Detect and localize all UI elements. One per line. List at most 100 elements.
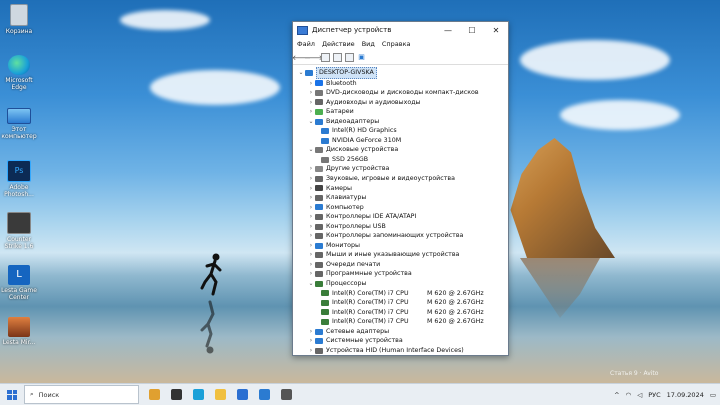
tree-device[interactable]: Intel(R) Core(TM) i7 CPU M 620 @ 2.67GHz bbox=[297, 308, 508, 318]
device-manager-icon bbox=[297, 25, 308, 35]
device-category-icon bbox=[315, 118, 323, 125]
taskbar-app-button[interactable] bbox=[231, 384, 253, 405]
tree-category[interactable]: › Другие устройства bbox=[297, 164, 508, 174]
taskbar-app-button[interactable] bbox=[165, 384, 187, 405]
tree-category[interactable]: › Очереди печати bbox=[297, 260, 508, 270]
taskbar-app-button[interactable] bbox=[143, 384, 165, 405]
expand-arrow-icon[interactable]: › bbox=[307, 327, 315, 337]
expand-arrow-icon[interactable]: › bbox=[307, 164, 315, 174]
device-category-icon bbox=[315, 80, 323, 87]
tree-device[interactable]: Intel(R) Core(TM) i7 CPU M 620 @ 2.67GHz bbox=[297, 289, 508, 299]
tree-category[interactable]: › Мыши и иные указывающие устройства bbox=[297, 250, 508, 260]
expand-arrow-icon[interactable]: › bbox=[307, 184, 315, 194]
tree-category[interactable]: › Клавиатуры bbox=[297, 193, 508, 203]
expand-arrow-icon[interactable]: › bbox=[307, 88, 315, 98]
expand-arrow-icon[interactable]: › bbox=[307, 346, 315, 356]
collapse-arrow-icon[interactable]: ⌄ bbox=[307, 117, 315, 127]
forward-arrow-icon[interactable]: 🡒 bbox=[304, 53, 323, 62]
tree-root[interactable]: ⌄ DESKTOP-GIVSKA bbox=[297, 67, 508, 79]
tree-category[interactable]: › Камеры bbox=[297, 184, 508, 194]
tree-category[interactable]: › Устройства HID (Human Interface Devices… bbox=[297, 346, 508, 356]
tree-device[interactable]: Intel(R) Core(TM) i7 CPU M 620 @ 2.67GHz bbox=[297, 317, 508, 327]
expand-arrow-icon[interactable]: › bbox=[307, 174, 315, 184]
tree-category[interactable]: › DVD-дисководы и дисководы компакт-диско… bbox=[297, 88, 508, 98]
expand-arrow-icon[interactable]: › bbox=[307, 212, 315, 222]
start-button[interactable] bbox=[0, 384, 24, 405]
device-category-icon bbox=[315, 204, 323, 211]
language-indicator[interactable]: РУС bbox=[648, 391, 660, 399]
minimize-button[interactable]: — bbox=[436, 22, 460, 38]
expand-arrow-icon[interactable]: › bbox=[307, 203, 315, 213]
desktop-icon-recycle-bin[interactable]: Корзина bbox=[0, 4, 38, 35]
taskbar-app-button[interactable] bbox=[253, 384, 275, 405]
tree-category-label: Видеоадаптеры bbox=[326, 117, 380, 125]
tree-category-label: Системные устройства bbox=[326, 337, 403, 345]
expand-arrow-icon[interactable]: › bbox=[307, 193, 315, 203]
cpu-name: Intel(R) Core(TM) i7 CPU bbox=[332, 289, 409, 297]
tree-device[interactable]: Intel(R) Core(TM) i7 CPU M 620 @ 2.67GHz bbox=[297, 298, 508, 308]
expand-arrow-icon[interactable]: › bbox=[307, 107, 315, 117]
notifications-icon[interactable]: ▭ bbox=[710, 391, 716, 399]
tree-category[interactable]: › Контроллеры USB bbox=[297, 222, 508, 232]
tray-chevron-icon[interactable]: ^ bbox=[614, 391, 619, 399]
title-bar[interactable]: Диспетчер устройств — ☐ ✕ bbox=[293, 22, 508, 38]
collapse-arrow-icon[interactable]: ⌄ bbox=[307, 279, 315, 289]
taskbar: ⌕ Поиск ^ ◠ ◁ РУС 17.09.2024 ▭ bbox=[0, 383, 720, 405]
tree-device[interactable]: Intel(R) HD Graphics bbox=[297, 126, 508, 136]
tree-category[interactable]: › Контроллеры запоминающих устройства bbox=[297, 231, 508, 241]
tree-device[interactable]: SSD 256GB bbox=[297, 155, 508, 165]
tree-category[interactable]: › Контроллеры IDE ATA/ATAPI bbox=[297, 212, 508, 222]
desktop-icon-counter-strike[interactable]: Counter Strike 1.6 bbox=[0, 212, 38, 250]
menu-view[interactable]: Вид bbox=[362, 40, 375, 48]
expand-arrow-icon[interactable]: › bbox=[307, 79, 315, 89]
collapse-arrow-icon[interactable]: ⌄ bbox=[297, 68, 305, 78]
tree-category[interactable]: › Мониторы bbox=[297, 241, 508, 251]
network-icon[interactable]: ◠ bbox=[626, 391, 632, 399]
tree-category[interactable]: › Батареи bbox=[297, 107, 508, 117]
tree-category[interactable]: › Аудиовходы и аудиовыходы bbox=[297, 98, 508, 108]
help-icon[interactable] bbox=[333, 52, 342, 62]
volume-icon[interactable]: ◁ bbox=[637, 391, 642, 399]
tree-category[interactable]: › Bluetooth bbox=[297, 79, 508, 89]
device-category-icon bbox=[315, 99, 323, 106]
menu-action[interactable]: Действие bbox=[322, 40, 355, 48]
close-button[interactable]: ✕ bbox=[484, 22, 508, 38]
collapse-arrow-icon[interactable]: ⌄ bbox=[307, 145, 315, 155]
taskbar-search[interactable]: ⌕ Поиск bbox=[24, 385, 139, 404]
scan-hardware-icon[interactable]: ▣ bbox=[357, 53, 366, 62]
expand-arrow-icon[interactable]: › bbox=[307, 222, 315, 232]
menu-file[interactable]: Файл bbox=[297, 40, 315, 48]
tree-category[interactable]: › Сетевые адаптеры bbox=[297, 327, 508, 337]
tree-category[interactable]: › Системные устройства bbox=[297, 336, 508, 346]
maximize-button[interactable]: ☐ bbox=[460, 22, 484, 38]
menu-help[interactable]: Справка bbox=[382, 40, 411, 48]
desktop-icon-lesta-game-center[interactable]: L Lesta Game Center bbox=[0, 265, 38, 301]
desktop-icon-this-pc[interactable]: Этот компьютер bbox=[0, 108, 38, 140]
taskbar-app-button[interactable] bbox=[209, 384, 231, 405]
tree-category[interactable]: › Программные устройства bbox=[297, 269, 508, 279]
taskbar-app-button[interactable] bbox=[275, 384, 297, 405]
expand-arrow-icon[interactable]: › bbox=[307, 260, 315, 270]
tree-category[interactable]: ⌄ Дисковые устройства bbox=[297, 145, 508, 155]
desktop-icon-edge[interactable]: Microsoft Edge bbox=[0, 55, 38, 91]
tree-category[interactable]: ⌄ Процессоры bbox=[297, 279, 508, 289]
show-hidden-icon[interactable] bbox=[345, 52, 354, 62]
clock[interactable]: 17.09.2024 bbox=[667, 391, 704, 399]
tree-category[interactable]: › Компьютер bbox=[297, 203, 508, 213]
expand-arrow-icon[interactable]: › bbox=[307, 231, 315, 241]
tree-category[interactable]: ⌄ Видеоадаптеры bbox=[297, 117, 508, 127]
tree-category[interactable]: › Звуковые, игровые и видеоустройства bbox=[297, 174, 508, 184]
expand-arrow-icon[interactable]: › bbox=[307, 250, 315, 260]
taskbar-app-button[interactable] bbox=[187, 384, 209, 405]
tree-category-label: DVD-дисководы и дисководы компакт-дисков bbox=[326, 89, 479, 97]
expand-arrow-icon[interactable]: › bbox=[307, 269, 315, 279]
properties-icon[interactable] bbox=[321, 52, 330, 62]
desktop-icon-photoshop[interactable]: Ps Adobe Photosh... bbox=[0, 160, 38, 198]
desktop-icon-label: Корзина bbox=[5, 28, 33, 35]
expand-arrow-icon[interactable]: › bbox=[307, 336, 315, 346]
expand-arrow-icon[interactable]: › bbox=[307, 98, 315, 108]
expand-arrow-icon[interactable]: › bbox=[307, 241, 315, 251]
tree-device[interactable]: NVIDIA GeForce 310M bbox=[297, 136, 508, 146]
desktop-icon-lesta-game[interactable]: Lesta Mir... bbox=[0, 317, 38, 346]
device-manager-window[interactable]: Диспетчер устройств — ☐ ✕ Файл Действие … bbox=[292, 21, 509, 356]
